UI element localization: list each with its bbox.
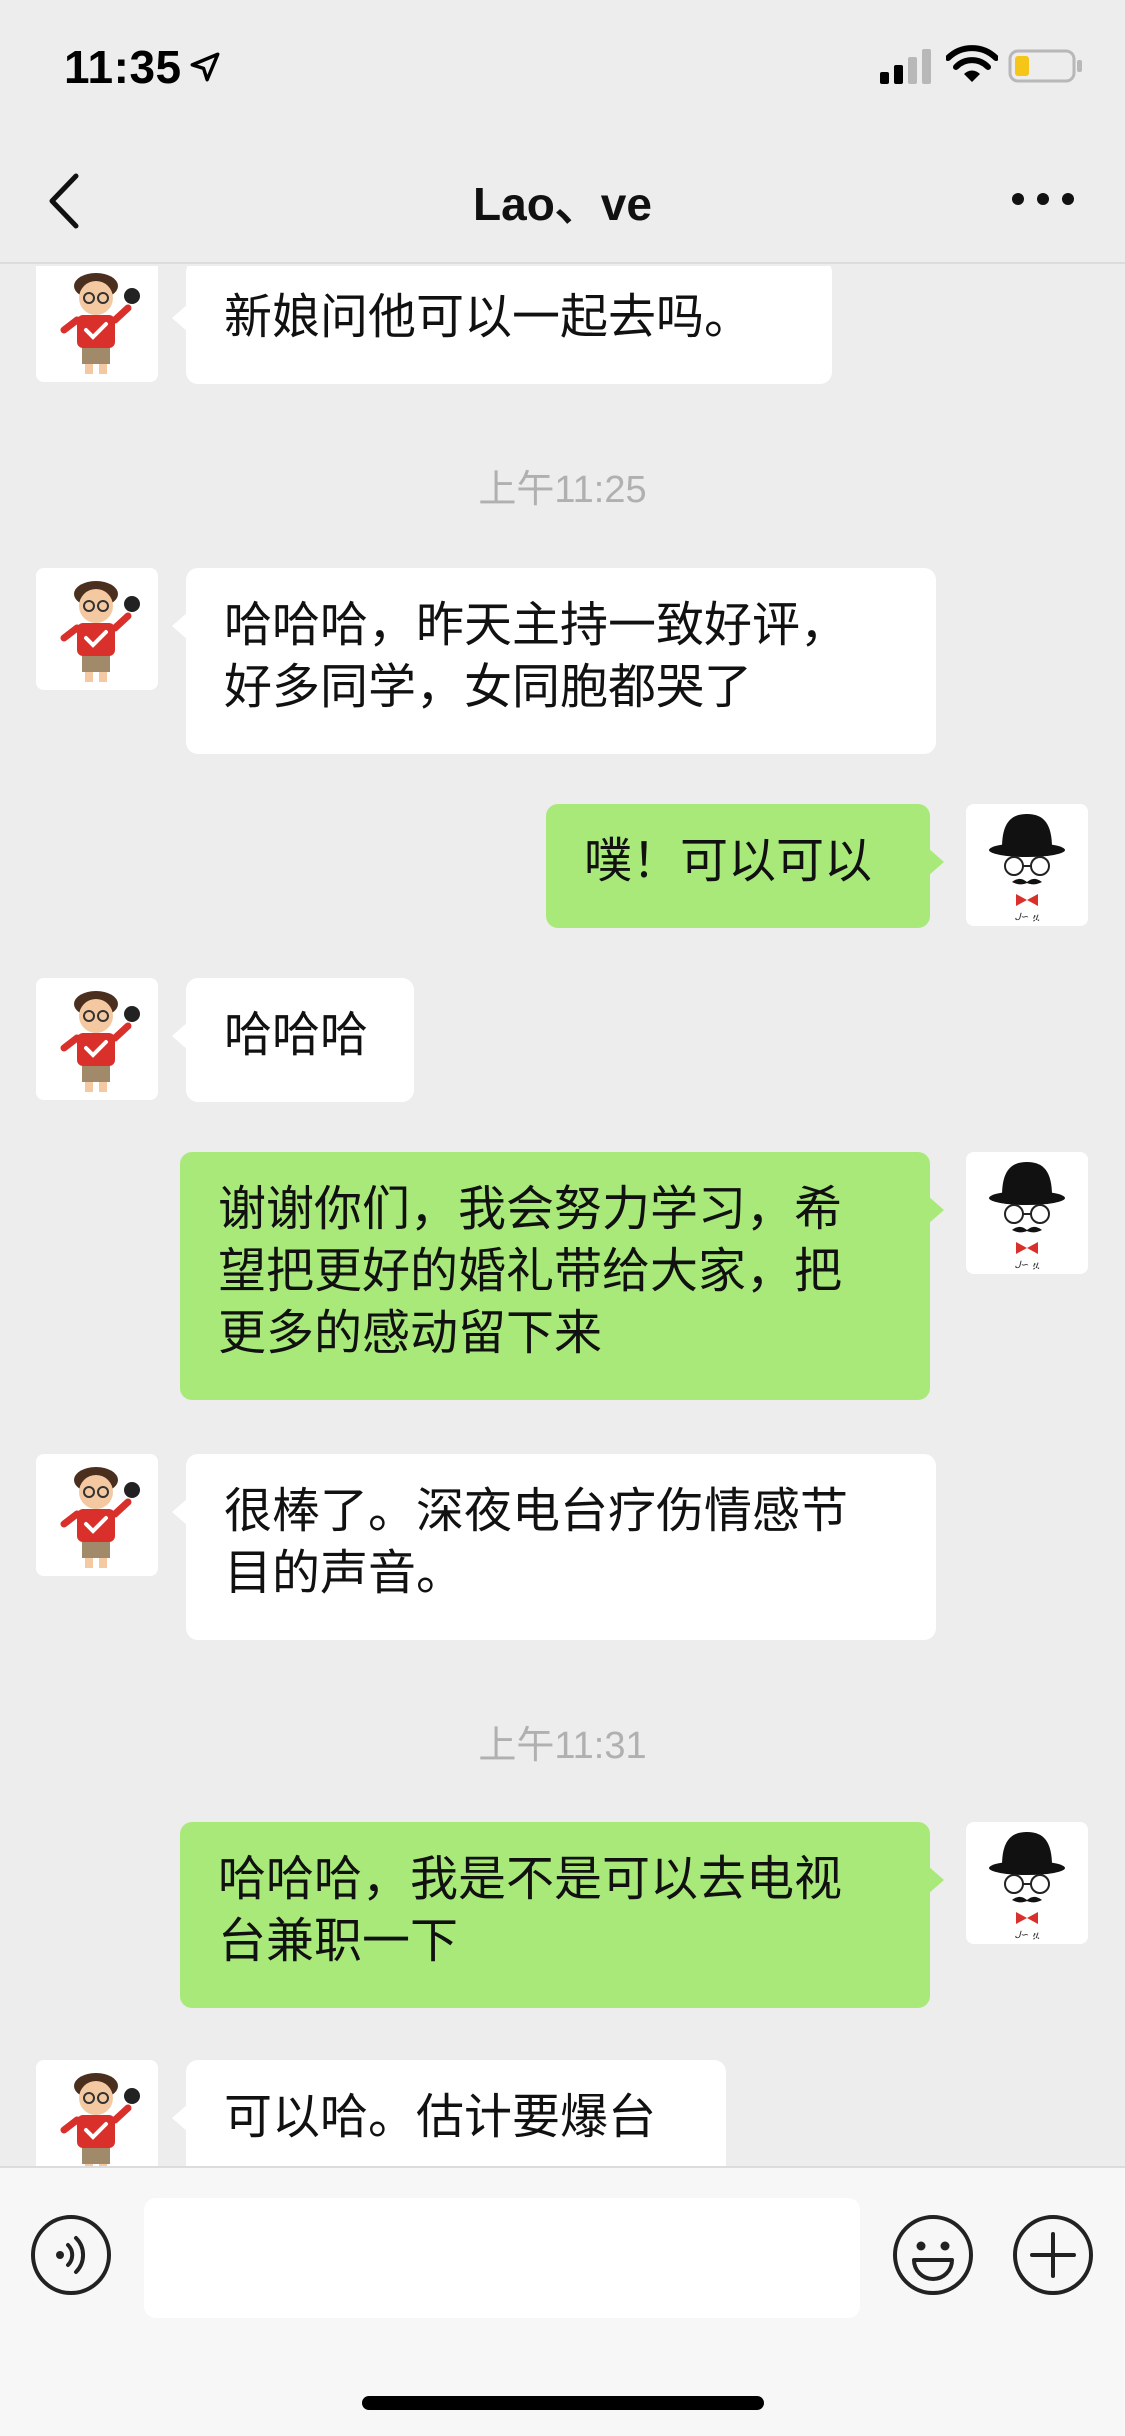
- message-input[interactable]: [144, 2198, 860, 2318]
- message-bubble-incoming[interactable]: 新娘问他可以一起去吗。: [172, 266, 832, 384]
- message-bubble-incoming[interactable]: 哈哈哈，昨天主持一致好评， 好多同学，女同胞都哭了: [172, 568, 936, 754]
- emoji-smile-icon[interactable]: [892, 2214, 974, 2296]
- message-bubble-incoming[interactable]: 哈哈哈: [172, 978, 414, 1102]
- message-text-line: 谢谢你们，我会努力学习，希: [218, 1181, 843, 1237]
- more-dots-icon[interactable]: [1008, 182, 1078, 216]
- cartoon-boy-avatar[interactable]: [36, 266, 158, 382]
- cartoon-boy-avatar[interactable]: [36, 1454, 158, 1576]
- cellular-signal-icon: [880, 49, 931, 84]
- gentleman-hat-avatar[interactable]: ᒍ∽ ዟ: [966, 1822, 1088, 1944]
- battery-low-icon: [1008, 49, 1082, 83]
- message-bubble-outgoing[interactable]: 谢谢你们，我会努力学习，希 望把更好的婚礼带给大家，把 更多的感动留下来: [180, 1152, 944, 1400]
- svg-text:ᒍ∽ ዟ: ᒍ∽ ዟ: [1014, 1260, 1039, 1271]
- home-indicator[interactable]: [362, 2396, 764, 2410]
- message-text-line: 望把更好的婚礼带给大家，把: [218, 1243, 843, 1299]
- message-text-line: 更多的感动留下来: [218, 1305, 603, 1361]
- cartoon-boy-avatar[interactable]: [36, 978, 158, 1100]
- message-bubble-outgoing[interactable]: 噗！可以可以: [546, 804, 944, 928]
- message-text: 可以哈。估计要爆台: [224, 2089, 657, 2145]
- timestamp: 上午11:31: [478, 1725, 647, 1767]
- message-text-line: 很棒了。深夜电台疗伤情感节: [224, 1483, 849, 1539]
- cartoon-boy-avatar[interactable]: [36, 568, 158, 690]
- message-text-line: 好多同学，女同胞都哭了: [224, 659, 753, 715]
- nav-bar: Lao、ve: [0, 134, 1125, 264]
- status-time: 11:35: [64, 41, 182, 93]
- message-bubble-outgoing[interactable]: 哈哈哈，我是不是可以去电视 台兼职一下: [180, 1822, 944, 2008]
- message-text-line: 台兼职一下: [218, 1913, 459, 1969]
- wifi-icon: [946, 45, 998, 82]
- message-text-line: 哈哈哈，昨天主持一致好评，: [224, 597, 849, 653]
- chat-title: Lao、ve: [473, 178, 652, 230]
- message-text-line: 哈哈哈，我是不是可以去电视: [218, 1851, 843, 1907]
- status-bar: 11:35: [0, 0, 1125, 134]
- gentleman-hat-avatar[interactable]: ᒍ∽ ዟ: [966, 804, 1088, 926]
- chat-message-list[interactable]: 新娘问他可以一起去吗。 上午11:25 哈哈哈，昨天主持一致好评， 好多同学，女…: [0, 266, 1125, 2166]
- message-bubble-incoming[interactable]: 可以哈。估计要爆台: [172, 2060, 726, 2166]
- message-text: 哈哈哈: [224, 1007, 369, 1063]
- plus-circle-icon[interactable]: [1012, 2214, 1094, 2296]
- message-text: 新娘问他可以一起去吗。: [224, 289, 753, 345]
- message-text: 噗！可以可以: [584, 833, 873, 889]
- message-text-line: 目的声音。: [224, 1545, 465, 1601]
- svg-text:ᒍ∽ ዟ: ᒍ∽ ዟ: [1014, 1930, 1039, 1941]
- timestamp: 上午11:25: [478, 469, 647, 511]
- cartoon-boy-avatar[interactable]: [36, 2060, 158, 2166]
- svg-text:ᒍ∽ ዟ: ᒍ∽ ዟ: [1014, 912, 1039, 923]
- voice-input-icon[interactable]: [30, 2214, 112, 2296]
- location-arrow-icon: [190, 52, 220, 82]
- message-bubble-incoming[interactable]: 很棒了。深夜电台疗伤情感节 目的声音。: [172, 1454, 936, 1640]
- gentleman-hat-avatar[interactable]: ᒍ∽ ዟ: [966, 1152, 1088, 1274]
